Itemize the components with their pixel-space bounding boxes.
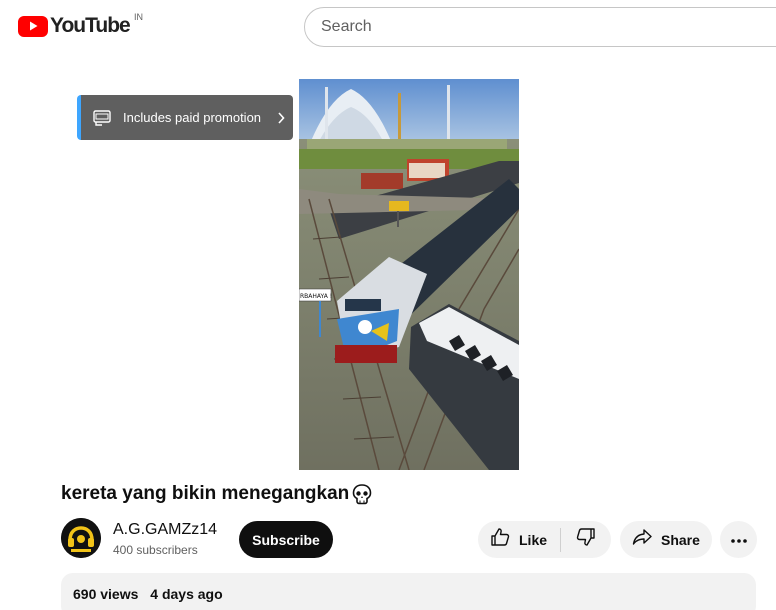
description-box[interactable]: 690 views 4 days ago	[61, 573, 756, 610]
share-label: Share	[661, 531, 700, 548]
view-count: 690 views	[73, 586, 139, 602]
upload-date: 4 days ago	[150, 586, 223, 602]
thumbs-down-icon	[575, 526, 597, 553]
search-input[interactable]: Search	[304, 7, 776, 47]
channel-name[interactable]: A.G.GAMZz14	[113, 521, 217, 539]
channel-avatar[interactable]	[61, 518, 101, 558]
like-label: Like	[519, 531, 548, 548]
share-icon	[631, 526, 653, 553]
video-player[interactable]: RBAHAYA !	[299, 79, 519, 470]
chevron-right-icon	[277, 111, 285, 124]
like-dislike-group: Like	[478, 521, 611, 558]
danger-sign-text: RBAHAYA !	[300, 293, 332, 300]
country-code: IN	[134, 12, 143, 22]
paid-promotion-label: Includes paid promotion	[123, 110, 262, 125]
video-title-row: kereta yang bikin menegangkan	[61, 483, 373, 505]
youtube-logo-icon	[18, 15, 48, 37]
video-title: kereta yang bikin menegangkan	[61, 483, 350, 504]
dislike-button[interactable]	[561, 521, 611, 558]
paid-promotion-banner[interactable]: Includes paid promotion	[77, 95, 293, 140]
youtube-logo-text: YouTube	[50, 14, 131, 37]
thumbs-up-icon	[489, 526, 511, 553]
subscribe-button[interactable]: Subscribe	[239, 521, 333, 558]
search-placeholder: Search	[321, 18, 372, 35]
like-button[interactable]: Like	[478, 521, 560, 558]
subscriber-count: 400 subscribers	[113, 543, 198, 557]
share-button[interactable]: Share	[620, 521, 712, 558]
skull-icon	[351, 483, 373, 505]
youtube-logo[interactable]: YouTube IN	[18, 12, 143, 38]
more-icon	[730, 531, 748, 549]
paid-promotion-icon	[91, 107, 113, 129]
more-actions-button[interactable]	[720, 521, 757, 558]
video-frame: RBAHAYA !	[299, 79, 519, 470]
